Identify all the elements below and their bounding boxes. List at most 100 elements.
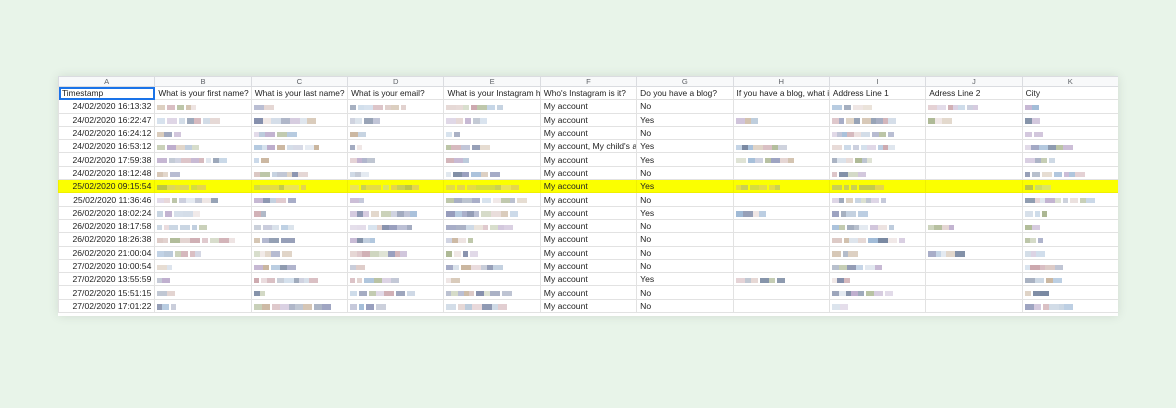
header-cell-g[interactable]: Do you have a blog?: [636, 85, 734, 101]
redacted-cell-b[interactable]: [154, 258, 252, 274]
redacted-cell-d[interactable]: [347, 232, 445, 247]
redacted-cell-e[interactable]: [443, 205, 541, 220]
redacted-cell-b[interactable]: [154, 298, 252, 314]
has-blog-cell[interactable]: Yes: [636, 152, 734, 167]
has-blog-cell[interactable]: No: [636, 99, 734, 114]
redacted-cell-c[interactable]: [250, 272, 349, 287]
redacted-cell-k[interactable]: [1021, 298, 1118, 314]
redacted-cell-b[interactable]: [154, 152, 252, 167]
has-blog-cell[interactable]: Yes: [636, 112, 734, 127]
redacted-cell-d[interactable]: [347, 258, 445, 274]
address-line-2-cell[interactable]: [925, 258, 1023, 274]
redacted-cell-i[interactable]: [828, 232, 927, 247]
redacted-cell-c[interactable]: [250, 112, 349, 127]
header-cell-a[interactable]: Timestamp: [58, 85, 156, 101]
redacted-cell-d[interactable]: [347, 112, 445, 127]
redacted-cell-i[interactable]: [828, 165, 927, 181]
redacted-cell-d[interactable]: [347, 205, 445, 220]
redacted-cell-k[interactable]: [1021, 285, 1118, 300]
instagram-owner-cell[interactable]: My account: [539, 192, 638, 207]
has-blog-cell[interactable]: Yes: [636, 205, 734, 220]
column-letter-a[interactable]: A: [58, 76, 156, 87]
instagram-owner-cell[interactable]: My account: [539, 245, 638, 260]
redacted-cell-k[interactable]: [1021, 139, 1118, 154]
redacted-cell-k[interactable]: [1021, 272, 1118, 287]
blog-url-cell[interactable]: [732, 232, 830, 247]
address-line-2-cell[interactable]: [925, 298, 1023, 314]
redacted-cell-i[interactable]: [828, 205, 927, 220]
redacted-cell-b[interactable]: [154, 125, 252, 141]
blog-url-cell[interactable]: [732, 285, 830, 300]
redacted-cell-b[interactable]: [154, 192, 252, 207]
address-line-2-cell[interactable]: [925, 125, 1023, 141]
column-letter-k[interactable]: K: [1021, 76, 1118, 87]
redacted-cell-i[interactable]: [828, 112, 927, 127]
blog-url-cell[interactable]: [732, 125, 830, 141]
instagram-owner-cell[interactable]: My account: [539, 232, 638, 247]
instagram-owner-cell[interactable]: My account, My child's ac: [539, 139, 638, 154]
redacted-cell-c[interactable]: [250, 192, 349, 207]
redacted-cell-b[interactable]: [154, 232, 252, 247]
redacted-cell-c[interactable]: [250, 99, 349, 114]
redacted-cell-e[interactable]: [443, 125, 541, 141]
header-cell-h[interactable]: If you have a blog, what is: [732, 85, 830, 101]
redacted-cell-i[interactable]: [828, 258, 927, 274]
blog-url-cell[interactable]: [732, 272, 830, 287]
blog-url-cell[interactable]: [732, 165, 830, 181]
column-letter-g[interactable]: G: [636, 76, 734, 87]
redacted-cell-b[interactable]: [154, 205, 252, 220]
redacted-cell-e[interactable]: [443, 272, 541, 287]
instagram-owner-cell[interactable]: My account: [539, 218, 638, 234]
header-cell-i[interactable]: Address Line 1: [828, 85, 927, 101]
header-cell-k[interactable]: City: [1021, 85, 1118, 101]
timestamp-cell[interactable]: 27/02/2020 17:01:22: [58, 298, 156, 314]
redacted-cell-i[interactable]: [828, 218, 927, 234]
redacted-cell-c[interactable]: [250, 298, 349, 314]
instagram-owner-cell[interactable]: My account: [539, 285, 638, 300]
timestamp-cell[interactable]: 26/02/2020 18:17:58: [58, 218, 156, 234]
redacted-cell-e[interactable]: [443, 192, 541, 207]
header-cell-f[interactable]: Who's Instagram is it?: [539, 85, 638, 101]
header-cell-d[interactable]: What is your email?: [347, 85, 445, 101]
redacted-cell-i[interactable]: [828, 298, 927, 314]
redacted-cell-b[interactable]: [154, 218, 252, 234]
redacted-cell-c[interactable]: [250, 139, 349, 154]
has-blog-cell[interactable]: No: [636, 245, 734, 260]
redacted-cell-i[interactable]: [828, 245, 927, 260]
column-letter-h[interactable]: H: [732, 76, 830, 87]
blog-url-cell[interactable]: [732, 192, 830, 207]
redacted-cell-i[interactable]: [828, 192, 927, 207]
address-line-2-cell[interactable]: [925, 99, 1023, 114]
has-blog-cell[interactable]: No: [636, 165, 734, 181]
redacted-cell-b[interactable]: [154, 245, 252, 260]
timestamp-cell[interactable]: 26/02/2020 18:26:38: [58, 232, 156, 247]
redacted-cell-i[interactable]: [828, 152, 927, 167]
redacted-cell-k[interactable]: [1021, 99, 1118, 114]
address-line-2-cell[interactable]: [925, 139, 1023, 154]
timestamp-cell[interactable]: 24/02/2020 17:59:38: [58, 152, 156, 167]
instagram-owner-cell[interactable]: My account: [539, 205, 638, 220]
instagram-owner-cell[interactable]: My account: [539, 152, 638, 167]
redacted-cell-e[interactable]: [443, 165, 541, 181]
redacted-cell-c[interactable]: [250, 205, 349, 220]
redacted-cell-c[interactable]: [250, 125, 349, 141]
redacted-cell-b[interactable]: [154, 139, 252, 154]
redacted-cell-c[interactable]: [250, 258, 349, 274]
blog-url-cell[interactable]: [732, 245, 830, 260]
header-cell-b[interactable]: What is your first name?: [154, 85, 252, 101]
redacted-cell-k[interactable]: [1021, 205, 1118, 220]
redacted-cell-k[interactable]: [1021, 152, 1118, 167]
redacted-cell-e[interactable]: [443, 152, 541, 167]
redacted-cell-b[interactable]: [154, 165, 252, 181]
redacted-cell-k[interactable]: [1021, 125, 1118, 141]
blog-url-cell[interactable]: [732, 152, 830, 167]
redacted-cell-d[interactable]: [347, 272, 445, 287]
address-line-2-cell[interactable]: [925, 272, 1023, 287]
has-blog-cell[interactable]: No: [636, 298, 734, 314]
address-line-2-cell[interactable]: [925, 245, 1023, 260]
redacted-cell-c[interactable]: [250, 165, 349, 181]
redacted-cell-k[interactable]: [1021, 165, 1118, 181]
redacted-cell-i[interactable]: [828, 285, 927, 300]
redacted-cell-e[interactable]: [443, 179, 541, 194]
redacted-cell-d[interactable]: [347, 285, 445, 300]
